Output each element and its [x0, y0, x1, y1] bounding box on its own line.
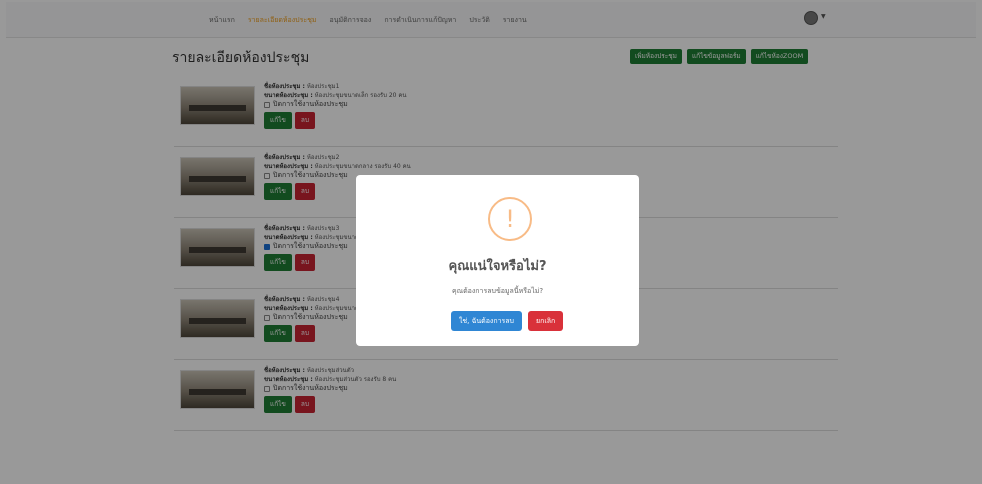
- dialog-message: คุณต้องการลบข้อมูลนี้หรือไม่?: [451, 287, 544, 295]
- cancel-button[interactable]: ยกเลิก: [528, 311, 564, 331]
- dialog-buttons: ใช่, ฉันต้องการลบ ยกเลิก: [451, 311, 564, 331]
- confirm-delete-button[interactable]: ใช่, ฉันต้องการลบ: [451, 311, 523, 331]
- warning-glyph: !: [505, 205, 515, 233]
- warning-icon: !: [488, 197, 532, 241]
- dialog-title: คุณแน่ใจหรือไม่?: [448, 259, 547, 274]
- confirm-delete-dialog: ! คุณแน่ใจหรือไม่? คุณต้องการลบข้อมูลนี้…: [356, 175, 639, 346]
